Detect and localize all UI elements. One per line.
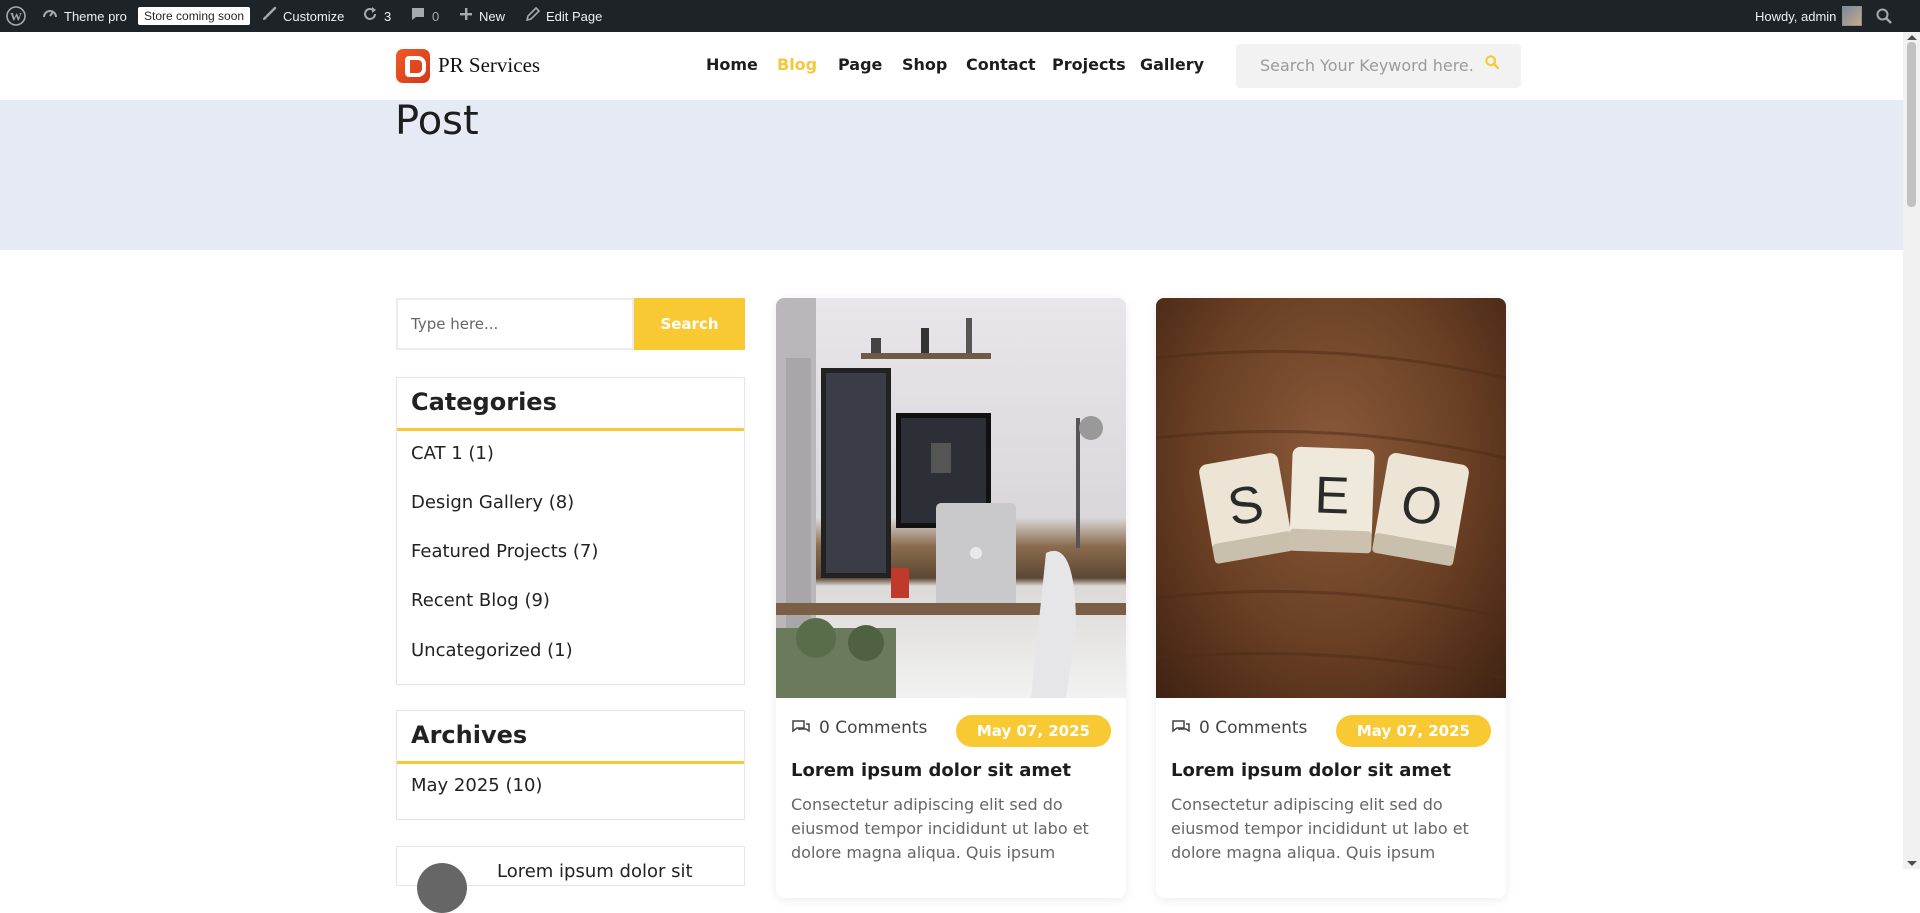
archives-widget: Archives May 2025 (10) xyxy=(396,710,745,820)
howdy-text: Howdy, admin xyxy=(1755,8,1837,24)
pencil-icon xyxy=(525,6,541,25)
post-comments-text: 0 Comments xyxy=(819,718,928,738)
post-image[interactable]: S E O xyxy=(1156,298,1506,698)
speedometer-icon xyxy=(42,6,58,26)
header-search-input[interactable]: Search Your Keyword here. xyxy=(1260,56,1474,75)
svg-text:E: E xyxy=(1314,466,1351,525)
post-card: 0 Comments May 07, 2025 Lorem ipsum dolo… xyxy=(776,298,1126,898)
post-excerpt: Consectetur adipiscing elit sed do eiusm… xyxy=(791,795,1089,862)
post-title[interactable]: Lorem ipsum dolor sit amet xyxy=(1171,760,1451,781)
avatar xyxy=(1842,6,1863,26)
comment-icon xyxy=(792,720,810,733)
categories-divider xyxy=(397,428,744,431)
sidebar-search-button[interactable]: Search xyxy=(634,298,745,350)
nav-blog[interactable]: Blog xyxy=(777,55,817,74)
category-item[interactable]: Recent Blog (9) xyxy=(411,590,550,611)
header-search[interactable]: Search Your Keyword here. xyxy=(1236,44,1521,88)
recent-post-title[interactable]: Lorem ipsum dolor sit xyxy=(497,861,693,882)
post-date-badge: May 07, 2025 xyxy=(955,715,1111,747)
post-title[interactable]: Lorem ipsum dolor sit amet xyxy=(791,760,1071,781)
updates-link[interactable]: 3 xyxy=(362,0,391,32)
comments-count: 0 xyxy=(432,8,440,24)
post-comments[interactable]: 0 Comments xyxy=(791,718,927,738)
page-banner xyxy=(0,100,1903,250)
wp-admin-bar: W Theme pro Store coming soon Customize … xyxy=(0,0,1920,32)
categories-widget: Categories CAT 1 (1) Design Gallery (8) … xyxy=(396,377,745,685)
store-status-badge: Store coming soon xyxy=(138,7,251,25)
scroll-up-arrow-icon[interactable] xyxy=(1907,35,1917,40)
nav-projects[interactable]: Projects xyxy=(1052,55,1126,74)
admin-search-icon[interactable] xyxy=(1876,0,1892,32)
store-status-link[interactable]: Store coming soon xyxy=(138,0,251,32)
logo-icon[interactable] xyxy=(396,49,430,83)
site-logo-text[interactable]: PR Services xyxy=(438,53,540,78)
category-item[interactable]: Uncategorized (1) xyxy=(411,640,573,661)
category-item[interactable]: Featured Projects (7) xyxy=(411,541,598,562)
scroll-thumb[interactable] xyxy=(1907,42,1916,207)
categories-title: Categories xyxy=(411,388,557,416)
comment-icon xyxy=(1172,720,1190,733)
desk-photo xyxy=(776,298,1126,698)
page-scrollbar[interactable] xyxy=(1903,32,1920,869)
nav-contact[interactable]: Contact xyxy=(966,55,1036,74)
site-name: Theme pro xyxy=(64,8,127,24)
category-item[interactable]: CAT 1 (1) xyxy=(411,443,494,464)
post-excerpt: Consectetur adipiscing elit sed do eiusm… xyxy=(1171,795,1469,862)
edit-page-link[interactable]: Edit Page xyxy=(525,0,603,32)
svg-text:W: W xyxy=(10,10,22,24)
post-comments[interactable]: 0 Comments xyxy=(1171,718,1307,738)
post-card: S E O 0 Comments May 07, 2025 Lorem ipsu… xyxy=(1156,298,1506,898)
archives-title: Archives xyxy=(411,721,528,749)
site-header xyxy=(0,32,1903,100)
scroll-down-arrow-icon[interactable] xyxy=(1907,861,1917,866)
site-name-link[interactable]: Theme pro xyxy=(42,0,127,32)
plus-icon xyxy=(459,7,473,25)
page-title: Post xyxy=(395,98,479,144)
recent-posts-widget: Lorem ipsum dolor sit xyxy=(396,846,745,913)
post-date-badge: May 07, 2025 xyxy=(1335,715,1491,747)
customize-label: Customize xyxy=(283,8,345,24)
nav-page[interactable]: Page xyxy=(838,55,882,74)
refresh-icon xyxy=(362,6,378,26)
nav-gallery[interactable]: Gallery xyxy=(1140,55,1204,74)
sidebar-search-placeholder: Type here... xyxy=(411,315,499,333)
archives-divider xyxy=(397,761,744,764)
nav-home[interactable]: Home xyxy=(706,55,758,74)
customize-link[interactable]: Customize xyxy=(261,0,344,32)
sidebar-search-input[interactable]: Type here... xyxy=(396,298,634,350)
brush-icon xyxy=(261,6,277,26)
new-label: New xyxy=(479,8,506,24)
new-content-link[interactable]: New xyxy=(459,0,505,32)
wordpress-icon[interactable]: W xyxy=(6,0,26,32)
post-comments-text: 0 Comments xyxy=(1199,718,1308,738)
archive-item[interactable]: May 2025 (10) xyxy=(411,775,542,796)
speech-bubble-icon xyxy=(410,6,426,26)
comments-link[interactable]: 0 xyxy=(410,0,439,32)
category-item[interactable]: Design Gallery (8) xyxy=(411,492,574,513)
account-menu[interactable]: Howdy, admin xyxy=(1755,0,1863,32)
recent-post-thumbnail[interactable] xyxy=(417,863,467,913)
seo-tiles-photo: S E O xyxy=(1156,349,1506,680)
updates-count: 3 xyxy=(384,8,392,24)
search-icon[interactable] xyxy=(1485,55,1499,69)
post-image[interactable] xyxy=(776,298,1126,698)
edit-page-label: Edit Page xyxy=(546,8,603,24)
nav-shop[interactable]: Shop xyxy=(902,55,947,74)
